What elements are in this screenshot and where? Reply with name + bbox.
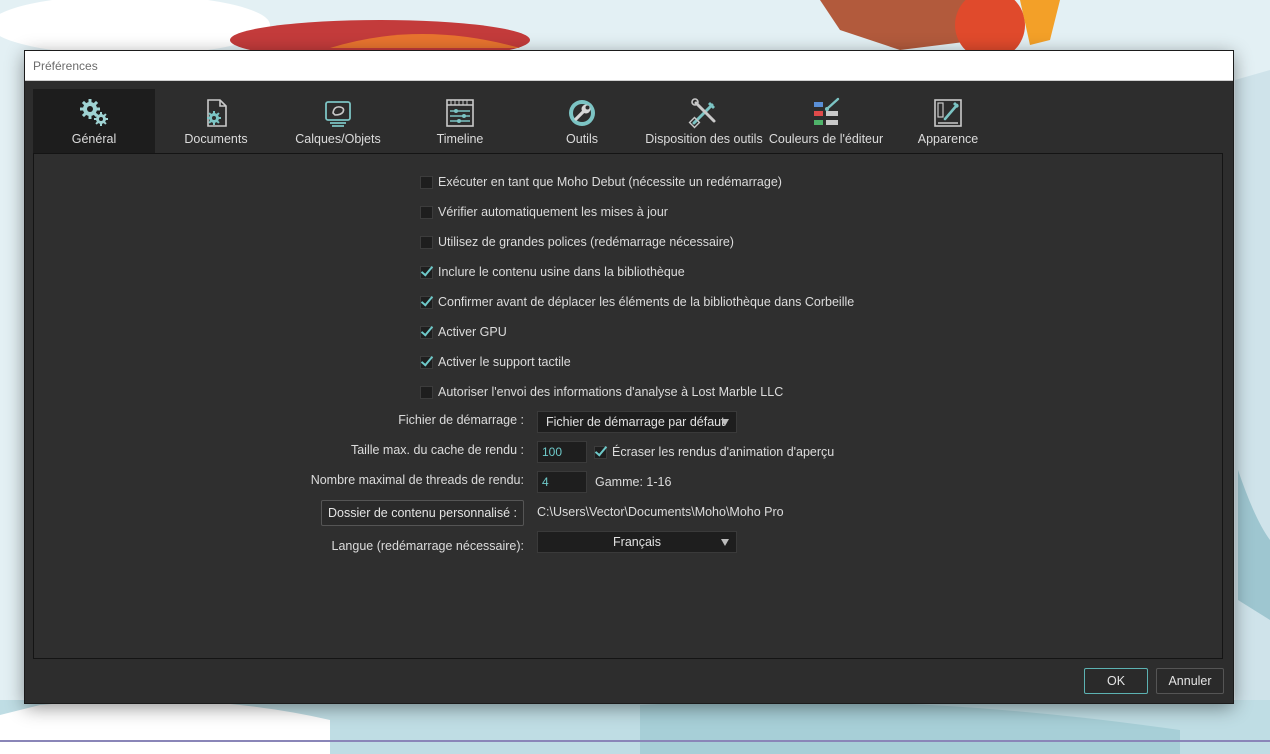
editor-colors-icon <box>814 97 840 125</box>
language-dropdown[interactable]: Français <box>537 531 737 553</box>
option-analytics[interactable]: Autoriser l'envoi des informations d'ana… <box>420 383 783 401</box>
tab-label: Timeline <box>436 132 484 146</box>
option-overwrite-preview-renders[interactable]: Écraser les rendus d'animation d'aperçu <box>594 443 834 461</box>
appearance-icon <box>934 99 962 127</box>
option-auto-update-check[interactable]: Vérifier automatiquement les mises à jou… <box>420 203 668 221</box>
render-cache-label: Taille max. du cache de rendu : <box>350 443 524 457</box>
checkbox[interactable] <box>420 205 433 219</box>
tab-label: Couleurs de l'éditeur <box>768 132 884 146</box>
checkbox[interactable] <box>420 355 433 369</box>
startup-file-dropdown[interactable]: Fichier de démarrage par défaut <box>537 411 737 433</box>
option-large-fonts[interactable]: Utilisez de grandes polices (redémarrage… <box>420 233 734 251</box>
checkbox[interactable] <box>420 235 433 249</box>
tab-editor-colors[interactable]: Couleurs de l'éditeur <box>765 89 887 153</box>
tab-timeline[interactable]: Timeline <box>399 89 521 153</box>
custom-content-folder-button[interactable]: Dossier de contenu personnalisé : <box>321 500 524 526</box>
tab-label: Disposition des outils <box>645 132 763 146</box>
tool-layout-icon <box>688 98 716 129</box>
option-label: Utilisez de grandes polices (redémarrage… <box>438 235 734 249</box>
tab-label: Général <box>71 132 117 146</box>
tab-label: Calques/Objets <box>295 132 381 146</box>
checkbox[interactable] <box>420 295 433 309</box>
checkbox[interactable] <box>420 385 433 399</box>
tab-appearance[interactable]: Apparence <box>887 89 1009 153</box>
ok-button[interactable]: OK <box>1084 668 1148 694</box>
dropdown-value: Français <box>613 535 661 549</box>
render-threads-range: Gamme: 1-16 <box>595 475 672 489</box>
option-label: Inclure le contenu usine dans la bibliot… <box>438 265 685 279</box>
option-label: Vérifier automatiquement les mises à jou… <box>438 205 668 219</box>
tab-label: Apparence <box>917 132 979 146</box>
chevron-down-icon <box>721 419 729 426</box>
tab-tool-layout[interactable]: Disposition des outils <box>643 89 765 153</box>
option-run-as-debut[interactable]: Exécuter en tant que Moho Debut (nécessi… <box>420 173 782 191</box>
custom-content-folder-path: C:\Users\Vector\Documents\Moho\Moho Pro <box>537 505 784 519</box>
option-label: Confirmer avant de déplacer les éléments… <box>438 295 855 309</box>
dropdown-value: Fichier de démarrage par défaut <box>546 415 725 429</box>
option-label: Activer le support tactile <box>438 355 571 369</box>
tools-wrench-icon <box>569 100 595 126</box>
document-gear-icon <box>207 99 227 127</box>
general-settings-panel: Exécuter en tant que Moho Debut (nécessi… <box>33 153 1223 659</box>
preferences-dialog: Préférences Général Documents Calques/Ob… <box>25 51 1233 703</box>
render-threads-input[interactable]: 4 <box>537 471 587 493</box>
checkbox[interactable] <box>420 175 433 189</box>
cancel-button[interactable]: Annuler <box>1156 668 1224 694</box>
tab-general[interactable]: Général <box>33 89 155 153</box>
option-label: Activer GPU <box>438 325 507 339</box>
option-label: Exécuter en tant que Moho Debut (nécessi… <box>438 175 782 189</box>
tab-layers-objects[interactable]: Calques/Objets <box>277 89 399 153</box>
window-title: Préférences <box>25 51 1233 81</box>
checkbox[interactable] <box>420 265 433 279</box>
language-label: Langue (redémarrage nécessaire): <box>331 539 524 553</box>
startup-file-label: Fichier de démarrage : <box>398 413 524 427</box>
option-confirm-trash[interactable]: Confirmer avant de déplacer les éléments… <box>420 293 854 311</box>
checkbox[interactable] <box>594 445 607 459</box>
option-label: Autoriser l'envoi des informations d'ana… <box>438 385 784 399</box>
option-touch-support[interactable]: Activer le support tactile <box>420 353 571 371</box>
checkbox[interactable] <box>420 325 433 339</box>
option-enable-gpu[interactable]: Activer GPU <box>420 323 507 341</box>
gears-icon <box>80 99 108 126</box>
tab-label: Documents <box>184 132 248 146</box>
layers-objects-icon <box>325 101 351 127</box>
render-threads-label: Nombre maximal de threads de rendu: <box>310 473 524 487</box>
tab-documents[interactable]: Documents <box>155 89 277 153</box>
chevron-down-icon <box>721 539 729 546</box>
option-include-factory-content[interactable]: Inclure le contenu usine dans la bibliot… <box>420 263 685 281</box>
option-label: Écraser les rendus d'animation d'aperçu <box>612 445 835 459</box>
tab-label: Outils <box>566 132 598 146</box>
timeline-icon <box>446 99 474 127</box>
tab-bar: Général Documents Calques/Objets Timelin… <box>33 89 1223 153</box>
tab-tools[interactable]: Outils <box>521 89 643 153</box>
render-cache-input[interactable]: 100 <box>537 441 587 463</box>
